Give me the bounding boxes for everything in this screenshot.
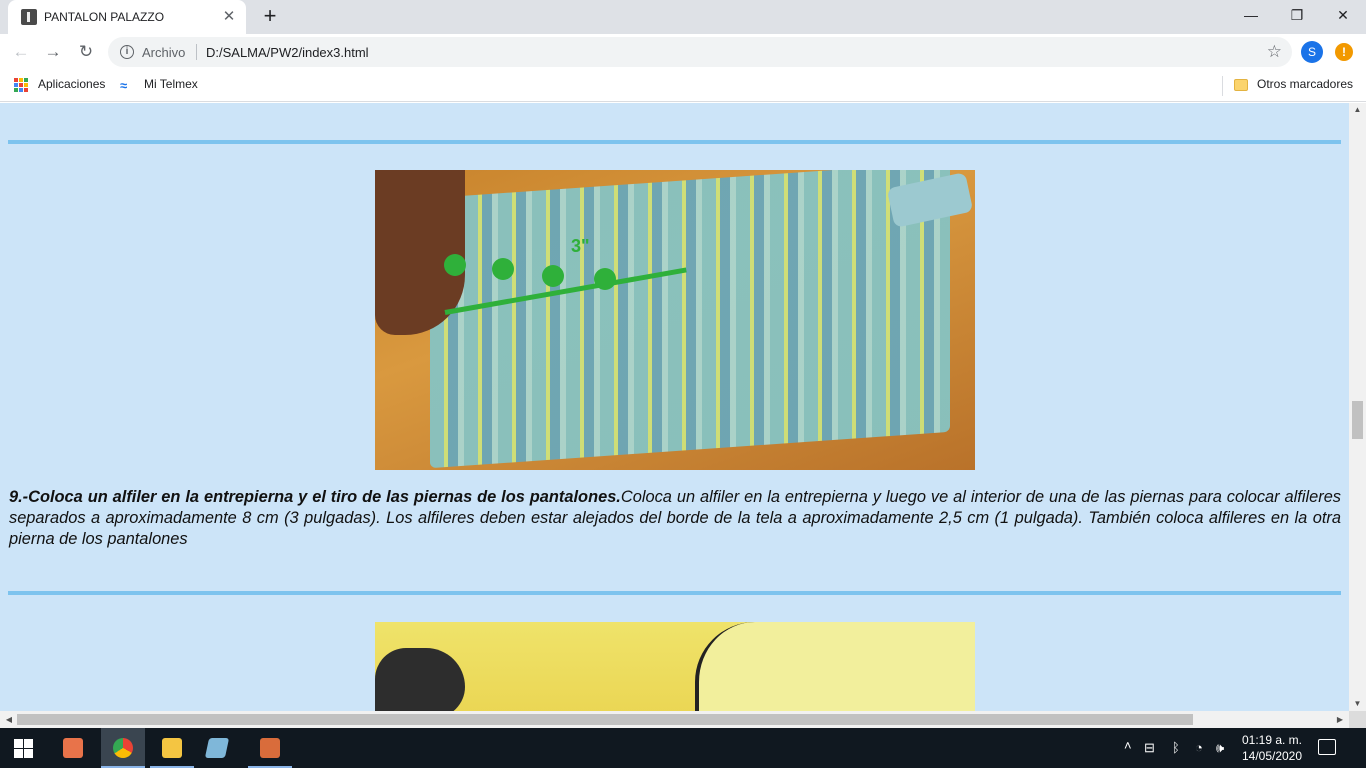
wifi-icon[interactable]: ◔ <box>1195 740 1203 755</box>
back-button[interactable]: ← <box>7 38 35 66</box>
taskbar-chrome[interactable] <box>101 728 145 768</box>
notifications-icon[interactable] <box>1318 739 1336 755</box>
bookmark-apps[interactable]: Aplicaciones <box>38 77 105 91</box>
profile-avatar[interactable]: S <box>1301 41 1323 63</box>
bookmark-star-icon[interactable]: ☆ <box>1267 42 1282 62</box>
network-icon[interactable]: ⊟ <box>1144 740 1155 756</box>
taskbar-media-player[interactable] <box>51 728 95 768</box>
taskbar-file-explorer[interactable] <box>150 728 194 768</box>
url-text[interactable]: D:/SALMA/PW2/index3.html <box>206 45 369 60</box>
address-bar[interactable]: i Archivo D:/SALMA/PW2/index3.html ☆ <box>108 37 1292 67</box>
new-tab-button[interactable]: + <box>258 5 282 29</box>
divider-rule <box>8 140 1341 144</box>
horizontal-scroll-thumb[interactable] <box>17 714 1193 725</box>
pin-marker <box>594 268 616 290</box>
start-button[interactable] <box>0 728 48 768</box>
paint-icon <box>260 738 280 758</box>
folder-icon <box>1234 79 1248 91</box>
apps-grid-icon[interactable] <box>14 78 28 92</box>
scheme-label: Archivo <box>142 45 186 60</box>
scroll-up-arrow-icon[interactable]: ▲ <box>1349 103 1366 117</box>
reload-button[interactable]: ↻ <box>72 38 100 66</box>
page-content[interactable]: 3" 9.-Coloca un alfiler en la entrepiern… <box>0 103 1349 711</box>
minimize-button[interactable]: — <box>1228 0 1274 30</box>
horizontal-scrollbar[interactable]: ◀ ▶ <box>0 711 1349 728</box>
washer-drum-illustration <box>695 622 975 711</box>
file-explorer-icon <box>162 738 182 758</box>
browser-toolbar: ← → ↻ i Archivo D:/SALMA/PW2/index3.html… <box>0 34 1366 70</box>
pin-marker <box>492 258 514 280</box>
tab-title: PANTALON PALAZZO <box>44 10 165 24</box>
step-9-photo: 3" <box>375 170 975 470</box>
measurement-label: 3" <box>571 236 590 256</box>
step-9-title: 9.-Coloca un alfiler en la entrepierna y… <box>9 488 621 506</box>
step-10-photo <box>375 622 975 711</box>
restore-button[interactable]: ❐ <box>1274 0 1320 30</box>
address-separator <box>196 44 197 60</box>
forward-button[interactable]: → <box>39 38 67 66</box>
divider-rule <box>8 591 1341 595</box>
dark-object-illustration <box>375 648 465 711</box>
update-alert-icon[interactable]: ! <box>1335 43 1353 61</box>
taskbar-app[interactable] <box>195 728 239 768</box>
step-9-text: 9.-Coloca un alfiler en la entrepierna y… <box>9 487 1341 550</box>
scrollbar-corner <box>1349 711 1366 728</box>
media-player-icon <box>63 738 83 758</box>
site-info-icon[interactable]: i <box>120 45 134 59</box>
telmex-icon: ≈ <box>120 78 128 93</box>
scroll-left-arrow-icon[interactable]: ◀ <box>2 711 16 728</box>
vertical-scroll-thumb[interactable] <box>1352 401 1363 439</box>
clock-date: 14/05/2020 <box>1241 749 1303 763</box>
page-favicon-icon <box>21 9 37 25</box>
app-icon <box>204 738 230 758</box>
bookmark-other-folder[interactable]: Otros marcadores <box>1257 77 1353 91</box>
bluetooth-icon[interactable]: ᛒ <box>1172 740 1180 755</box>
close-window-button[interactable]: ✕ <box>1320 0 1366 30</box>
taskbar-paint[interactable] <box>248 728 292 768</box>
scroll-right-arrow-icon[interactable]: ▶ <box>1333 711 1347 728</box>
windows-taskbar: ˄ ⊟ ᛒ ◔ 🕪 01:19 a. m. 14/05/2020 <box>0 728 1366 768</box>
clock-time: 01:19 a. m. <box>1241 733 1303 747</box>
volume-icon[interactable]: 🕪 <box>1216 740 1224 756</box>
browser-tab[interactable]: PANTALON PALAZZO ✕ <box>8 0 246 34</box>
show-hidden-icons-button[interactable]: ˄ <box>1124 738 1132 753</box>
scroll-down-arrow-icon[interactable]: ▼ <box>1349 697 1366 711</box>
pin-marker <box>542 265 564 287</box>
tab-strip: PANTALON PALAZZO ✕ + — ❐ ✕ <box>0 0 1366 34</box>
pin-marker <box>444 254 466 276</box>
fabric-illustration <box>430 170 950 469</box>
close-tab-icon[interactable]: ✕ <box>220 8 238 26</box>
bookmark-telmex[interactable]: Mi Telmex <box>144 77 198 91</box>
system-clock[interactable]: 01:19 a. m. 14/05/2020 <box>1236 732 1308 764</box>
bookmarks-bar: Aplicaciones ≈ Mi Telmex Otros marcadore… <box>0 70 1366 102</box>
bookmarks-separator <box>1222 76 1223 96</box>
vertical-scrollbar[interactable]: ▲ ▼ <box>1349 103 1366 711</box>
chrome-icon <box>113 738 133 758</box>
